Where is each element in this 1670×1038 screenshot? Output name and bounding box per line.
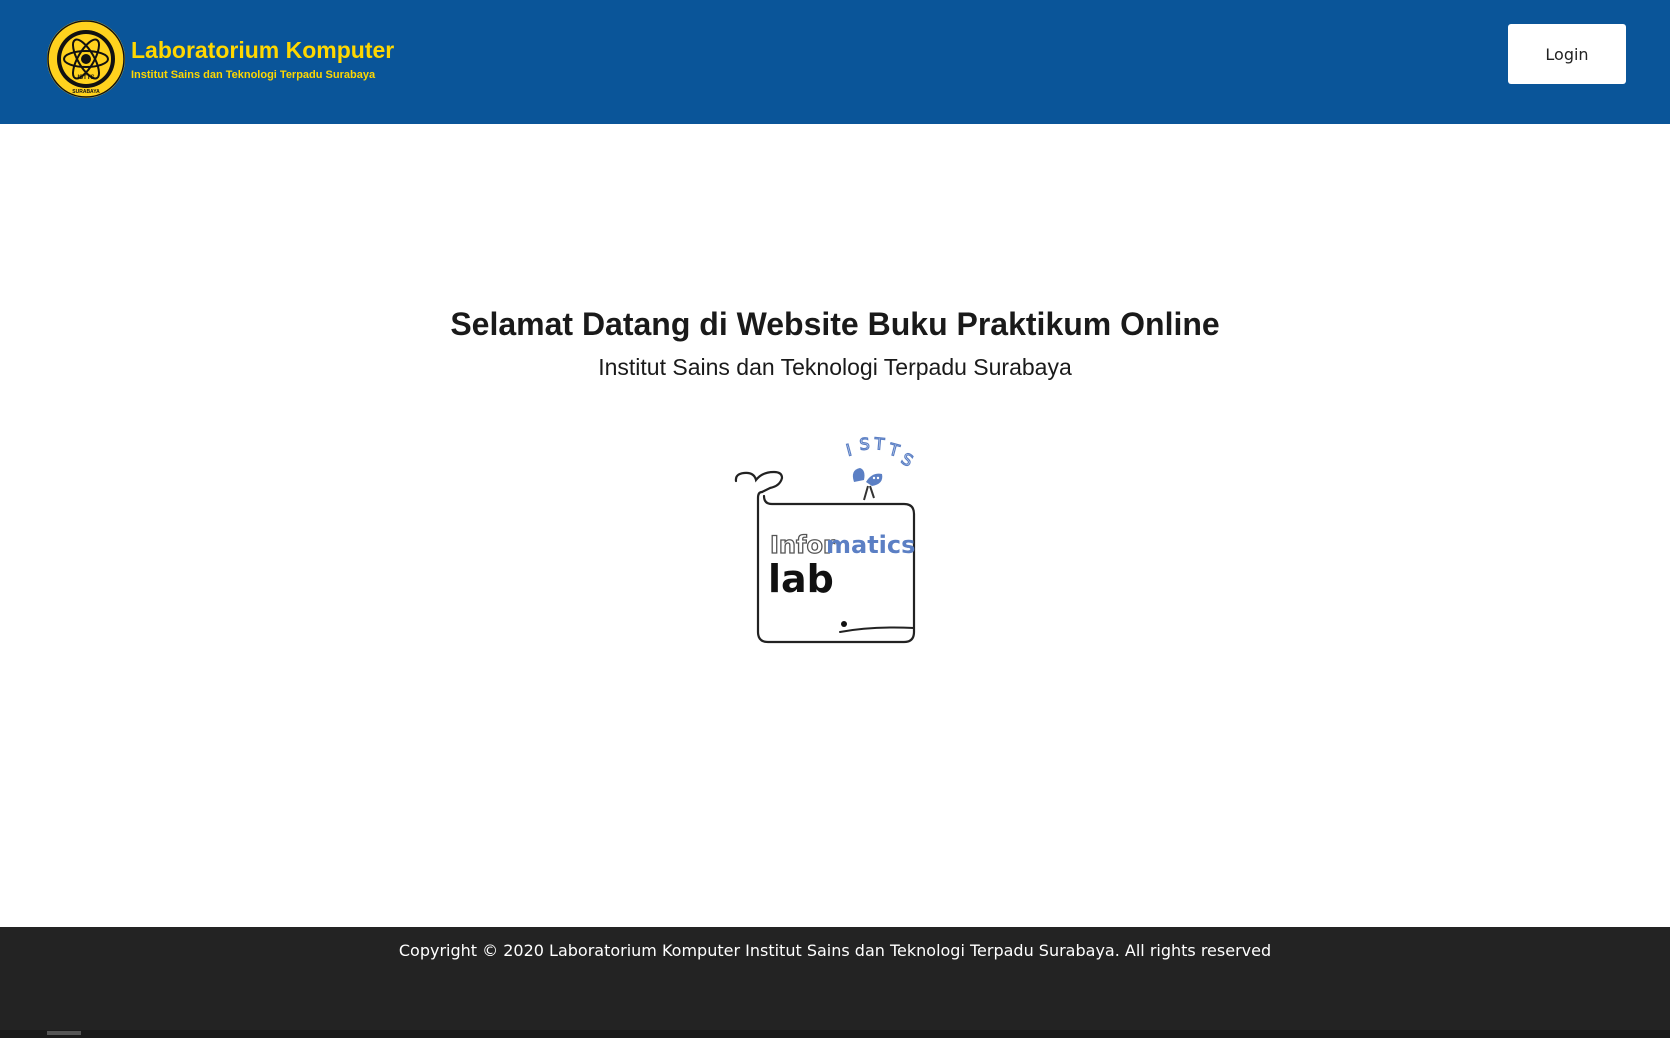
header: ISTTS SURABAYA Laboratorium Komputer Ins…	[0, 0, 1670, 124]
page-subtitle: Institut Sains dan Teknologi Terpadu Sur…	[598, 354, 1072, 380]
main-content: Selamat Datang di Website Buku Praktikum…	[0, 124, 1670, 927]
spout-letter-1: I	[844, 440, 853, 460]
footer: Copyright © 2020 Laboratorium Komputer I…	[0, 927, 1670, 1038]
spout-text-group: I S T T S	[844, 433, 917, 471]
brand-text: Laboratorium Komputer Institut Sains dan…	[131, 36, 394, 82]
page-title: Selamat Datang di Website Buku Praktikum…	[450, 306, 1220, 342]
page: ISTTS SURABAYA Laboratorium Komputer Ins…	[0, 0, 1670, 1038]
horizontal-scrollbar[interactable]	[0, 1030, 1670, 1038]
brand-subtitle: Institut Sains dan Teknologi Terpadu Sur…	[131, 69, 376, 81]
spout-letter-4: T	[886, 439, 902, 460]
brand-title: Laboratorium Komputer	[131, 37, 395, 63]
login-button[interactable]: Login	[1508, 24, 1626, 84]
logo-bottom-text: SURABAYA	[72, 89, 100, 95]
spout-letter-3: T	[873, 434, 886, 454]
whale-informatics-lab-icon: I S T T S Infor matics lab	[732, 433, 926, 644]
scrollbar-thumb[interactable]	[47, 1031, 81, 1035]
spout-letter-5: S	[898, 449, 916, 471]
istts-atom-seal-icon: ISTTS SURABAYA	[47, 20, 125, 98]
logo-center-text: ISTTS	[77, 75, 94, 81]
brand[interactable]: ISTTS SURABAYA Laboratorium Komputer Ins…	[47, 20, 394, 98]
word-lab: lab	[768, 557, 834, 601]
copyright-text: Copyright © 2020 Laboratorium Komputer I…	[398, 941, 1272, 960]
word-matics: matics	[826, 531, 915, 559]
spout-letter-2: S	[859, 434, 871, 454]
